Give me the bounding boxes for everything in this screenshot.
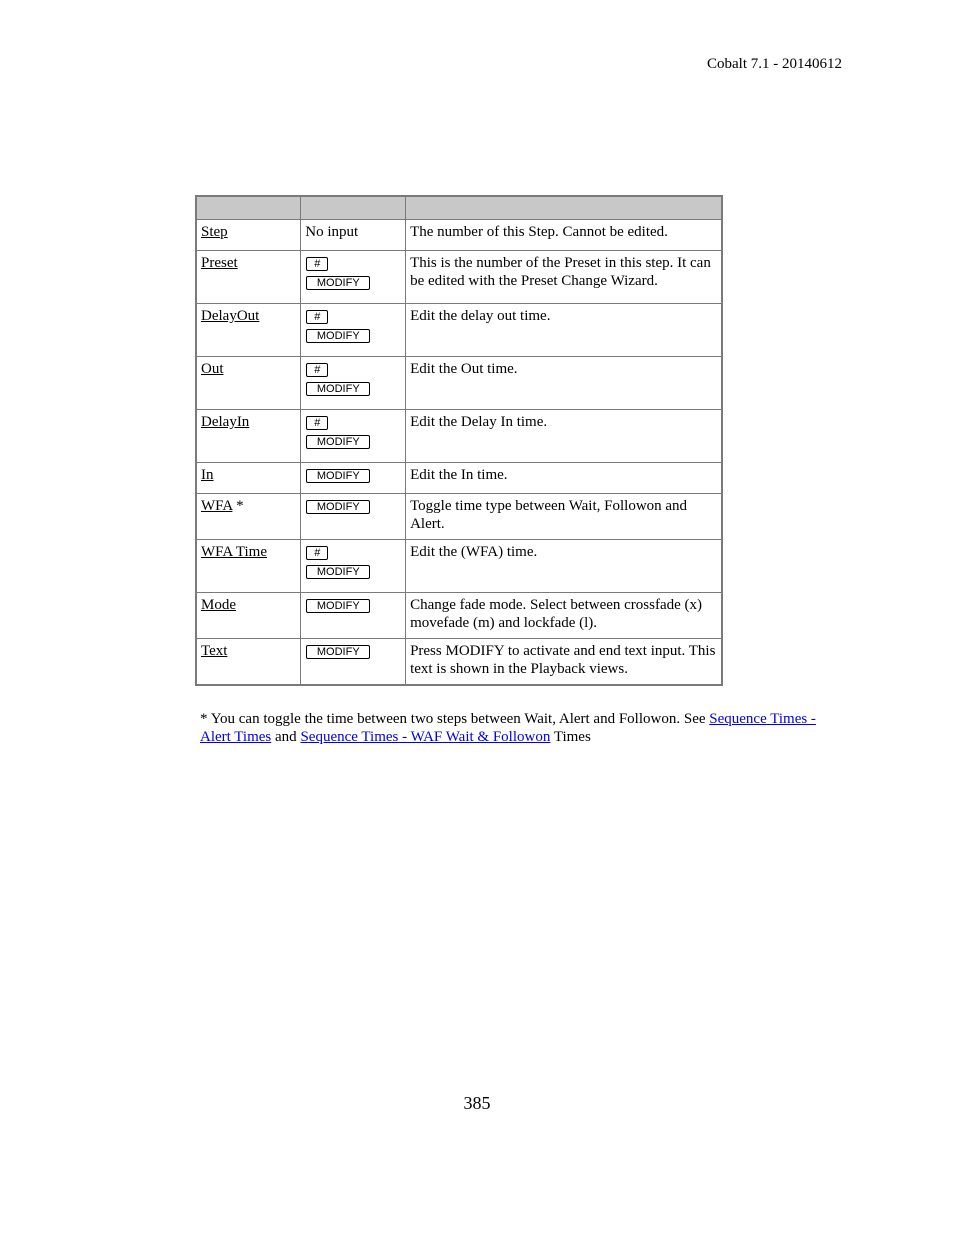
input-cell: # MODIFY <box>300 409 407 463</box>
description-cell: Toggle time type between Wait, Followon … <box>405 493 723 540</box>
description-cell: This is the number of the Preset in this… <box>405 250 723 304</box>
key-group: # MODIFY <box>305 254 401 290</box>
input-cell: MODIFY <box>300 462 407 494</box>
field-link[interactable]: DelayOut <box>201 308 259 324</box>
description-cell: The number of this Step. Cannot be edite… <box>405 219 723 251</box>
footnote-text-end: Times <box>550 729 591 745</box>
table-row: Step No input The number of this Step. Can… <box>195 219 723 251</box>
input-cell: # MODIFY <box>300 356 407 410</box>
field-cell: WFA * <box>195 493 302 540</box>
hash-key-icon: # <box>306 310 329 324</box>
field-cell: Mode <box>195 592 302 639</box>
table-row: Preset # MODIFY This is the number of the P… <box>195 250 723 304</box>
field-cell: In <box>195 462 302 494</box>
input-cell: MODIFY <box>300 592 407 639</box>
field-link[interactable]: WFA Time <box>201 544 267 560</box>
modify-key-icon: MODIFY <box>306 500 371 514</box>
description-cell: Press MODIFY to activate and end text in… <box>405 638 723 686</box>
input-cell: No input <box>300 219 407 251</box>
key-group: MODIFY <box>305 596 401 613</box>
input-cell: # MODIFY <box>300 250 407 304</box>
modify-key-icon: MODIFY <box>306 276 371 290</box>
description-cell: Edit the delay out time. <box>405 303 723 357</box>
table-header-row <box>195 195 723 220</box>
hash-key-icon: # <box>306 546 329 560</box>
key-group: # MODIFY <box>305 307 401 343</box>
input-text: No input <box>305 224 359 240</box>
modify-key-icon: MODIFY <box>306 435 371 449</box>
modify-key-icon: MODIFY <box>306 329 371 343</box>
field-suffix: * <box>232 498 244 514</box>
table-row: DelayOut # MODIFY Edit the delay out time. <box>195 303 723 357</box>
field-link[interactable]: Step <box>201 224 228 240</box>
key-group: # MODIFY <box>305 413 401 449</box>
page-number: 385 <box>463 1093 491 1113</box>
modify-key-icon: MODIFY <box>306 599 371 613</box>
field-cell: Step <box>195 219 302 251</box>
modify-key-icon: MODIFY <box>306 382 371 396</box>
modify-key-icon: MODIFY <box>306 645 371 659</box>
modify-key-icon: MODIFY <box>306 565 371 579</box>
input-cell: # MODIFY <box>300 539 407 593</box>
step-fields-table: Step No input The number of this Step. Can… <box>195 195 723 686</box>
key-group: MODIFY <box>305 497 401 514</box>
table-row: WFA * MODIFY Toggle time type between Wait… <box>195 493 723 540</box>
input-cell: # MODIFY <box>300 303 407 357</box>
field-cell: DelayIn <box>195 409 302 463</box>
field-link[interactable]: Mode <box>201 597 236 613</box>
table-row: DelayIn # MODIFY Edit the Delay In time. <box>195 409 723 463</box>
document-version-header: Cobalt 7.1 - 20140612 <box>707 56 842 72</box>
header-cell-field <box>195 195 302 220</box>
field-link[interactable]: DelayIn <box>201 414 249 430</box>
table-row: Text MODIFY Press MODIFY to activate and e… <box>195 638 723 686</box>
footnote: * You can toggle the time between two st… <box>200 710 845 746</box>
header-cell-description <box>405 195 723 220</box>
table-row: WFA Time # MODIFY Edit the (WFA) time. <box>195 539 723 593</box>
description-cell: Edit the Out time. <box>405 356 723 410</box>
field-link[interactable]: In <box>201 467 214 483</box>
field-link[interactable]: Text <box>201 643 227 659</box>
link-sequence-times-waf[interactable]: Sequence Times - WAF Wait & Followon <box>300 729 550 745</box>
footnote-text: * You can toggle the time between two st… <box>200 711 710 727</box>
header-cell-input <box>300 195 407 220</box>
table-row: Mode MODIFY Change fade mode. Select betwe… <box>195 592 723 639</box>
key-group: MODIFY <box>305 466 401 483</box>
hash-key-icon: # <box>306 416 329 430</box>
footnote-text-middle: and <box>271 729 301 745</box>
field-link[interactable]: Preset <box>201 255 238 271</box>
table-row: In MODIFY Edit the In time. <box>195 462 723 494</box>
table-row: Out # MODIFY Edit the Out time. <box>195 356 723 410</box>
description-cell: Edit the Delay In time. <box>405 409 723 463</box>
field-cell: Preset <box>195 250 302 304</box>
hash-key-icon: # <box>306 257 329 271</box>
field-link[interactable]: Out <box>201 361 224 377</box>
key-group: MODIFY <box>305 642 401 659</box>
description-cell: Change fade mode. Select between crossfa… <box>405 592 723 639</box>
key-group: # MODIFY <box>305 360 401 396</box>
field-cell: Text <box>195 638 302 686</box>
field-cell: WFA Time <box>195 539 302 593</box>
input-cell: MODIFY <box>300 638 407 686</box>
field-cell: DelayOut <box>195 303 302 357</box>
description-cell: Edit the (WFA) time. <box>405 539 723 593</box>
key-group: # MODIFY <box>305 543 401 579</box>
description-cell: Edit the In time. <box>405 462 723 494</box>
input-cell: MODIFY <box>300 493 407 540</box>
field-cell: Out <box>195 356 302 410</box>
hash-key-icon: # <box>306 363 329 377</box>
modify-key-icon: MODIFY <box>306 469 371 483</box>
field-link[interactable]: WFA <box>201 498 232 514</box>
